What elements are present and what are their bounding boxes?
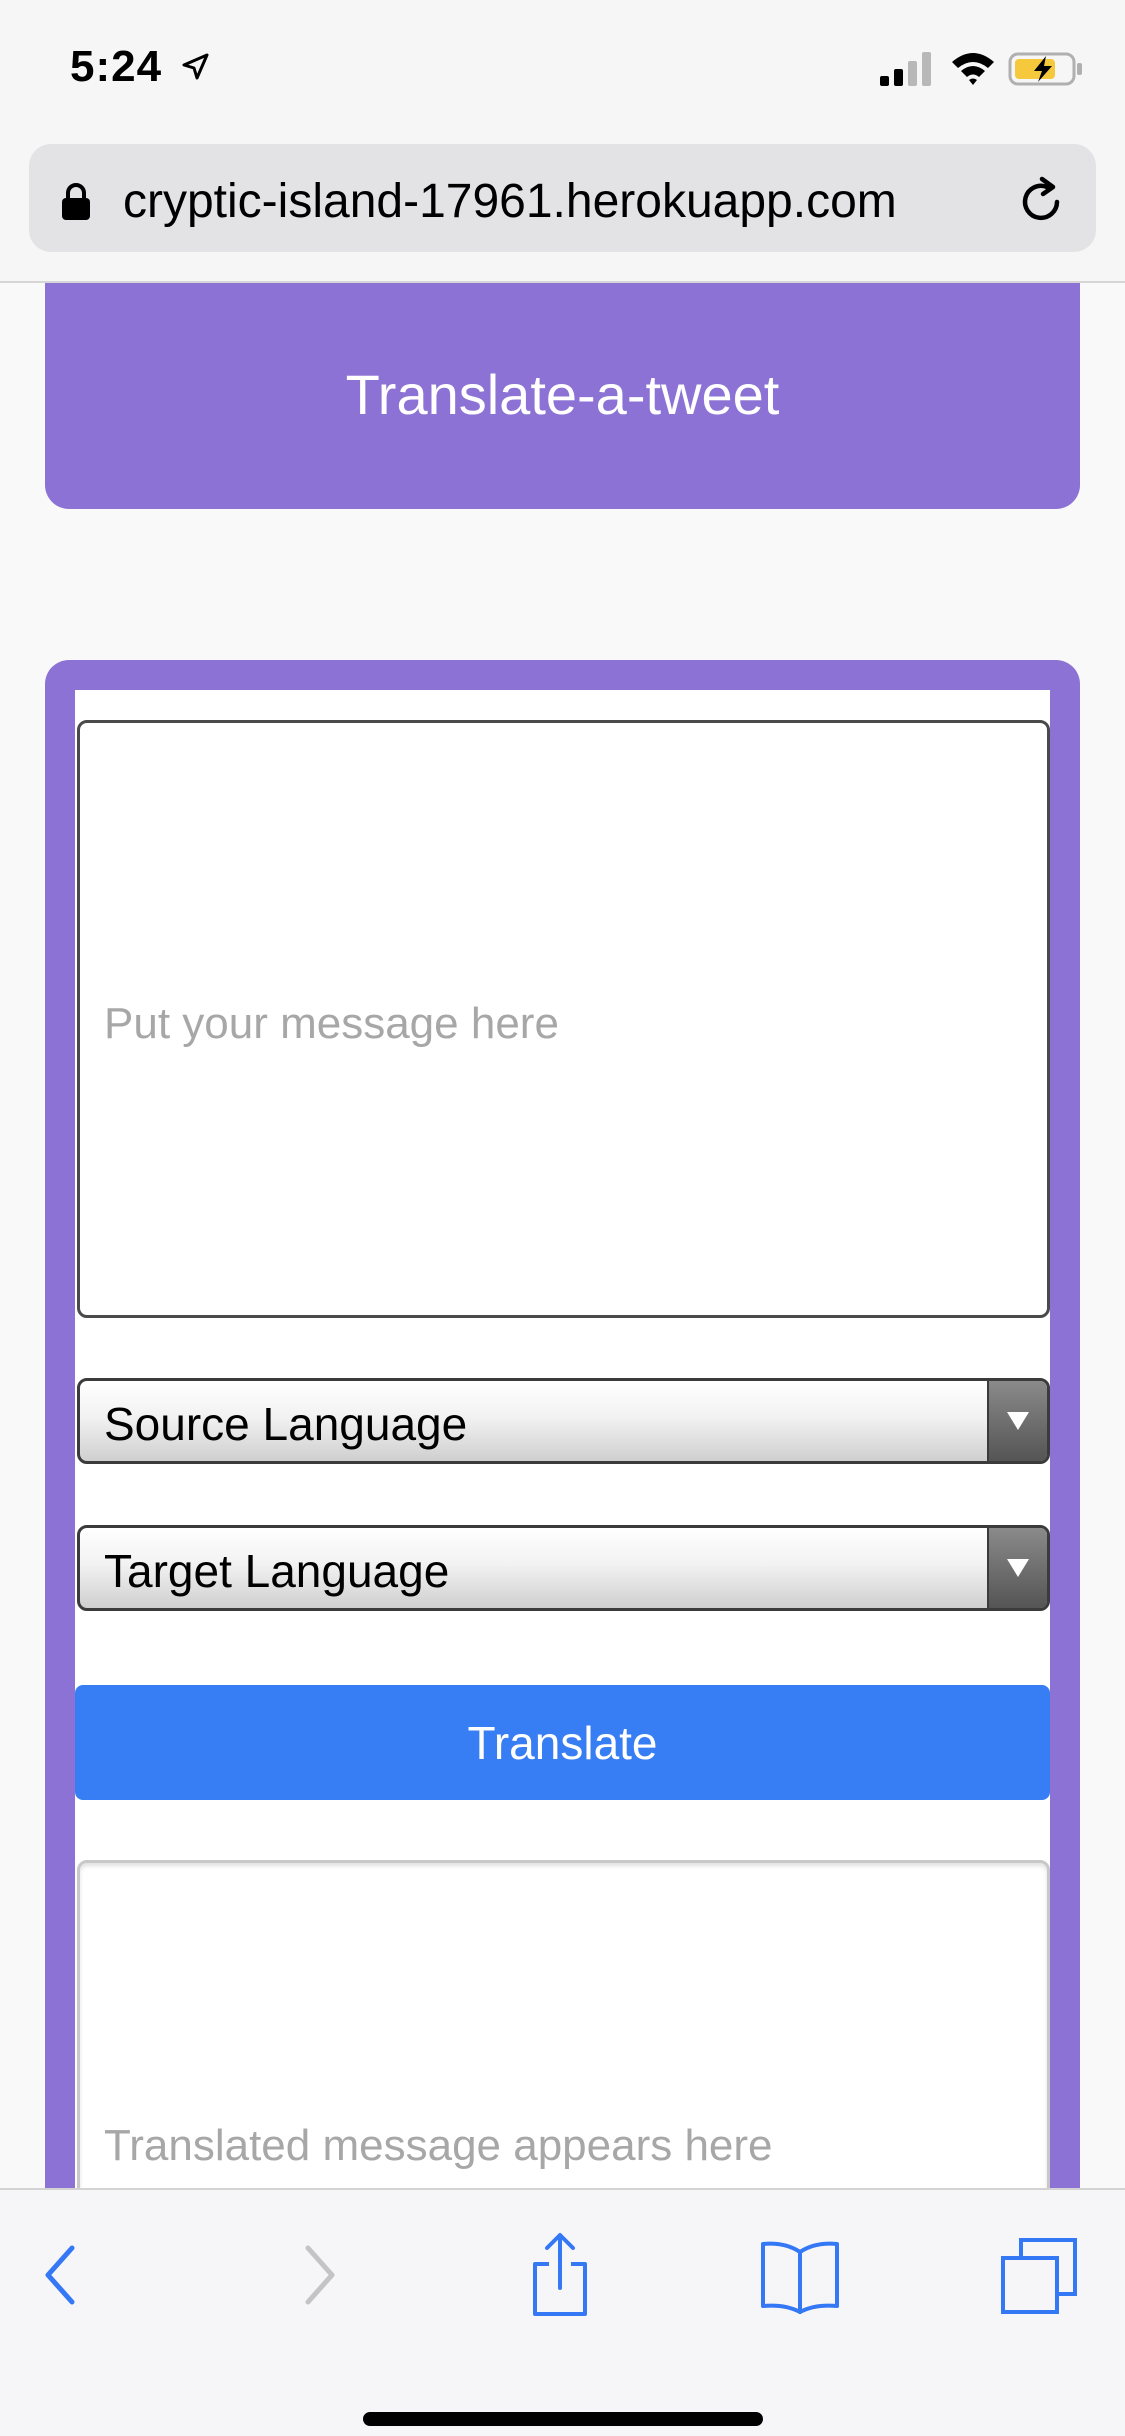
back-icon[interactable] [20,2230,110,2320]
page-title: Translate-a-tweet [345,362,780,426]
translated-output[interactable]: Translated message appears here [77,1860,1050,2188]
source-language-select[interactable]: Source Language [77,1378,1050,1464]
reload-icon[interactable] [1017,176,1067,226]
message-input[interactable]: Put your message here [77,720,1050,1318]
share-icon[interactable] [515,2230,605,2320]
message-placeholder: Put your message here [104,999,559,1048]
address-bar[interactable]: cryptic-island-17961.herokuapp.com [29,144,1096,252]
home-indicator [363,2412,763,2426]
source-language-dropdown[interactable] [987,1381,1047,1461]
source-language-label: Source Language [104,1398,468,1450]
browser-toolbar [0,2188,1125,2436]
chevron-down-icon [1007,1412,1029,1430]
translate-button[interactable]: Translate [75,1685,1050,1800]
chevron-down-icon [1007,1559,1029,1577]
target-language-dropdown[interactable] [987,1528,1047,1608]
status-bar: 5:24 [0,0,1125,132]
lock-icon [62,183,90,220]
translate-form: Put your message here Source Language Ta… [75,690,1050,2188]
bookmarks-icon[interactable] [755,2230,845,2320]
location-arrow-icon [182,53,209,80]
web-page: Translate-a-tweet Put your message here … [0,283,1125,2188]
wifi-icon [952,53,994,85]
translate-button-label: Translate [467,1716,658,1769]
forward-icon[interactable] [270,2230,360,2320]
url-text: cryptic-island-17961.herokuapp.com [123,175,897,228]
header-banner: Translate-a-tweet [45,283,1080,509]
status-time: 5:24 [70,42,163,91]
target-language-select[interactable]: Target Language [77,1525,1050,1611]
cellular-signal-icon [880,52,931,86]
output-placeholder: Translated message appears here [104,2121,773,2170]
tabs-icon[interactable] [995,2230,1085,2320]
translate-form-card: Put your message here Source Language Ta… [45,660,1080,2188]
target-language-label: Target Language [104,1545,450,1597]
battery-charging-icon [1008,52,1082,86]
browser-address-area: cryptic-island-17961.herokuapp.com [0,132,1125,283]
